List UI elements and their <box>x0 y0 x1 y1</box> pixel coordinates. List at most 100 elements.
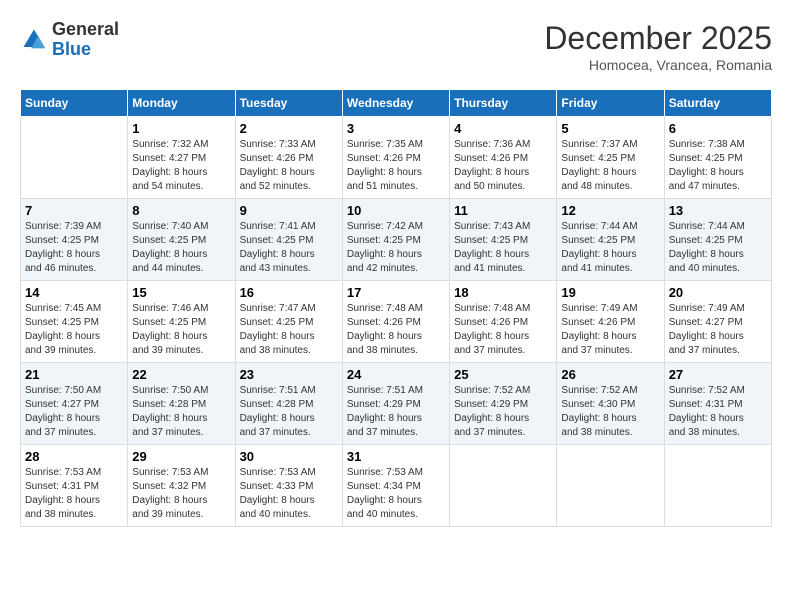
calendar-cell: 23 Sunrise: 7:51 AM Sunset: 4:28 PM Dayli… <box>235 363 342 445</box>
day-info: Sunrise: 7:37 AM Sunset: 4:25 PM Dayligh… <box>561 138 659 194</box>
day-number: 17 <box>347 285 445 300</box>
day-info: Sunrise: 7:52 AM Sunset: 4:30 PM Dayligh… <box>561 384 659 440</box>
location-subtitle: Homocea, Vrancea, Romania <box>544 57 772 73</box>
calendar-cell: 26 Sunrise: 7:52 AM Sunset: 4:30 PM Dayli… <box>557 363 664 445</box>
calendar-cell: 29 Sunrise: 7:53 AM Sunset: 4:32 PM Dayli… <box>128 445 235 527</box>
calendar-cell: 22 Sunrise: 7:50 AM Sunset: 4:28 PM Dayli… <box>128 363 235 445</box>
day-info: Sunrise: 7:53 AM Sunset: 4:31 PM Dayligh… <box>25 466 123 522</box>
calendar-cell <box>664 445 771 527</box>
day-info: Sunrise: 7:51 AM Sunset: 4:28 PM Dayligh… <box>240 384 338 440</box>
calendar-cell: 9Sunrise: 7:41 AM Sunset: 4:25 PM Daylig… <box>235 199 342 281</box>
calendar-cell: 12 Sunrise: 7:44 AM Sunset: 4:25 PM Dayli… <box>557 199 664 281</box>
calendar-week-2: 7Sunrise: 7:39 AM Sunset: 4:25 PM Daylig… <box>21 199 772 281</box>
day-number: 11 <box>454 203 552 218</box>
calendar-cell: 27Sunrise: 7:52 AM Sunset: 4:31 PM Dayli… <box>664 363 771 445</box>
calendar-cell: 16 Sunrise: 7:47 AM Sunset: 4:25 PM Dayli… <box>235 281 342 363</box>
day-info: Sunrise: 7:46 AM Sunset: 4:25 PM Dayligh… <box>132 302 230 358</box>
day-number: 22 <box>132 367 230 382</box>
day-info: Sunrise: 7:35 AM Sunset: 4:26 PM Dayligh… <box>347 138 445 194</box>
calendar-header-row: Sunday Monday Tuesday Wednesday Thursday… <box>21 90 772 117</box>
calendar-cell: 30 Sunrise: 7:53 AM Sunset: 4:33 PM Dayli… <box>235 445 342 527</box>
day-info: Sunrise: 7:49 AM Sunset: 4:27 PM Dayligh… <box>669 302 767 358</box>
day-number: 7 <box>25 203 123 218</box>
day-info: Sunrise: 7:51 AM Sunset: 4:29 PM Dayligh… <box>347 384 445 440</box>
calendar-week-1: 1 Sunrise: 7:32 AM Sunset: 4:27 PM Daylig… <box>21 117 772 199</box>
day-info: Sunrise: 7:53 AM Sunset: 4:32 PM Dayligh… <box>132 466 230 522</box>
calendar-cell: 17 Sunrise: 7:48 AM Sunset: 4:26 PM Dayli… <box>342 281 449 363</box>
calendar-cell <box>21 117 128 199</box>
day-number: 24 <box>347 367 445 382</box>
day-number: 27 <box>669 367 767 382</box>
calendar-cell: 24 Sunrise: 7:51 AM Sunset: 4:29 PM Dayli… <box>342 363 449 445</box>
day-info: Sunrise: 7:45 AM Sunset: 4:25 PM Dayligh… <box>25 302 123 358</box>
calendar-week-5: 28 Sunrise: 7:53 AM Sunset: 4:31 PM Dayli… <box>21 445 772 527</box>
day-number: 5 <box>561 121 659 136</box>
day-number: 4 <box>454 121 552 136</box>
day-number: 2 <box>240 121 338 136</box>
day-info: Sunrise: 7:50 AM Sunset: 4:27 PM Dayligh… <box>25 384 123 440</box>
day-info: Sunrise: 7:47 AM Sunset: 4:25 PM Dayligh… <box>240 302 338 358</box>
day-info: Sunrise: 7:38 AM Sunset: 4:25 PM Dayligh… <box>669 138 767 194</box>
day-info: Sunrise: 7:41 AM Sunset: 4:25 PM Dayligh… <box>240 220 338 276</box>
calendar-cell: 25 Sunrise: 7:52 AM Sunset: 4:29 PM Dayli… <box>450 363 557 445</box>
col-sunday: Sunday <box>21 90 128 117</box>
day-number: 31 <box>347 449 445 464</box>
day-number: 14 <box>25 285 123 300</box>
title-area: December 2025 Homocea, Vrancea, Romania <box>544 20 772 73</box>
day-info: Sunrise: 7:53 AM Sunset: 4:33 PM Dayligh… <box>240 466 338 522</box>
day-number: 6 <box>669 121 767 136</box>
calendar-cell <box>557 445 664 527</box>
calendar-table: Sunday Monday Tuesday Wednesday Thursday… <box>20 89 772 527</box>
day-number: 28 <box>25 449 123 464</box>
calendar-cell: 2Sunrise: 7:33 AM Sunset: 4:26 PM Daylig… <box>235 117 342 199</box>
logo-text: General Blue <box>52 20 119 60</box>
day-number: 1 <box>132 121 230 136</box>
calendar-week-3: 14 Sunrise: 7:45 AM Sunset: 4:25 PM Dayli… <box>21 281 772 363</box>
day-number: 12 <box>561 203 659 218</box>
day-number: 13 <box>669 203 767 218</box>
calendar-cell: 15 Sunrise: 7:46 AM Sunset: 4:25 PM Dayli… <box>128 281 235 363</box>
day-info: Sunrise: 7:44 AM Sunset: 4:25 PM Dayligh… <box>561 220 659 276</box>
day-info: Sunrise: 7:49 AM Sunset: 4:26 PM Dayligh… <box>561 302 659 358</box>
calendar-cell <box>450 445 557 527</box>
day-number: 15 <box>132 285 230 300</box>
calendar-cell: 3 Sunrise: 7:35 AM Sunset: 4:26 PM Daylig… <box>342 117 449 199</box>
calendar-cell: 8Sunrise: 7:40 AM Sunset: 4:25 PM Daylig… <box>128 199 235 281</box>
calendar-cell: 4 Sunrise: 7:36 AM Sunset: 4:26 PM Daylig… <box>450 117 557 199</box>
calendar-week-4: 21 Sunrise: 7:50 AM Sunset: 4:27 PM Dayli… <box>21 363 772 445</box>
day-info: Sunrise: 7:32 AM Sunset: 4:27 PM Dayligh… <box>132 138 230 194</box>
day-number: 21 <box>25 367 123 382</box>
calendar-cell: 7Sunrise: 7:39 AM Sunset: 4:25 PM Daylig… <box>21 199 128 281</box>
calendar-cell: 19Sunrise: 7:49 AM Sunset: 4:26 PM Dayli… <box>557 281 664 363</box>
day-info: Sunrise: 7:50 AM Sunset: 4:28 PM Dayligh… <box>132 384 230 440</box>
logo-icon <box>20 26 48 54</box>
day-number: 18 <box>454 285 552 300</box>
col-friday: Friday <box>557 90 664 117</box>
day-number: 25 <box>454 367 552 382</box>
day-number: 8 <box>132 203 230 218</box>
col-saturday: Saturday <box>664 90 771 117</box>
day-info: Sunrise: 7:43 AM Sunset: 4:25 PM Dayligh… <box>454 220 552 276</box>
day-number: 23 <box>240 367 338 382</box>
col-monday: Monday <box>128 90 235 117</box>
day-number: 3 <box>347 121 445 136</box>
day-info: Sunrise: 7:36 AM Sunset: 4:26 PM Dayligh… <box>454 138 552 194</box>
calendar-cell: 31Sunrise: 7:53 AM Sunset: 4:34 PM Dayli… <box>342 445 449 527</box>
col-thursday: Thursday <box>450 90 557 117</box>
month-title: December 2025 <box>544 20 772 57</box>
day-number: 29 <box>132 449 230 464</box>
calendar-cell: 6 Sunrise: 7:38 AM Sunset: 4:25 PM Daylig… <box>664 117 771 199</box>
day-number: 26 <box>561 367 659 382</box>
day-number: 30 <box>240 449 338 464</box>
day-info: Sunrise: 7:44 AM Sunset: 4:25 PM Dayligh… <box>669 220 767 276</box>
calendar-cell: 21 Sunrise: 7:50 AM Sunset: 4:27 PM Dayli… <box>21 363 128 445</box>
day-info: Sunrise: 7:48 AM Sunset: 4:26 PM Dayligh… <box>347 302 445 358</box>
calendar-cell: 28 Sunrise: 7:53 AM Sunset: 4:31 PM Dayli… <box>21 445 128 527</box>
calendar-cell: 20Sunrise: 7:49 AM Sunset: 4:27 PM Dayli… <box>664 281 771 363</box>
page-header: General Blue December 2025 Homocea, Vran… <box>20 20 772 73</box>
day-info: Sunrise: 7:52 AM Sunset: 4:29 PM Dayligh… <box>454 384 552 440</box>
calendar-cell: 11 Sunrise: 7:43 AM Sunset: 4:25 PM Dayli… <box>450 199 557 281</box>
col-wednesday: Wednesday <box>342 90 449 117</box>
day-number: 16 <box>240 285 338 300</box>
day-number: 10 <box>347 203 445 218</box>
